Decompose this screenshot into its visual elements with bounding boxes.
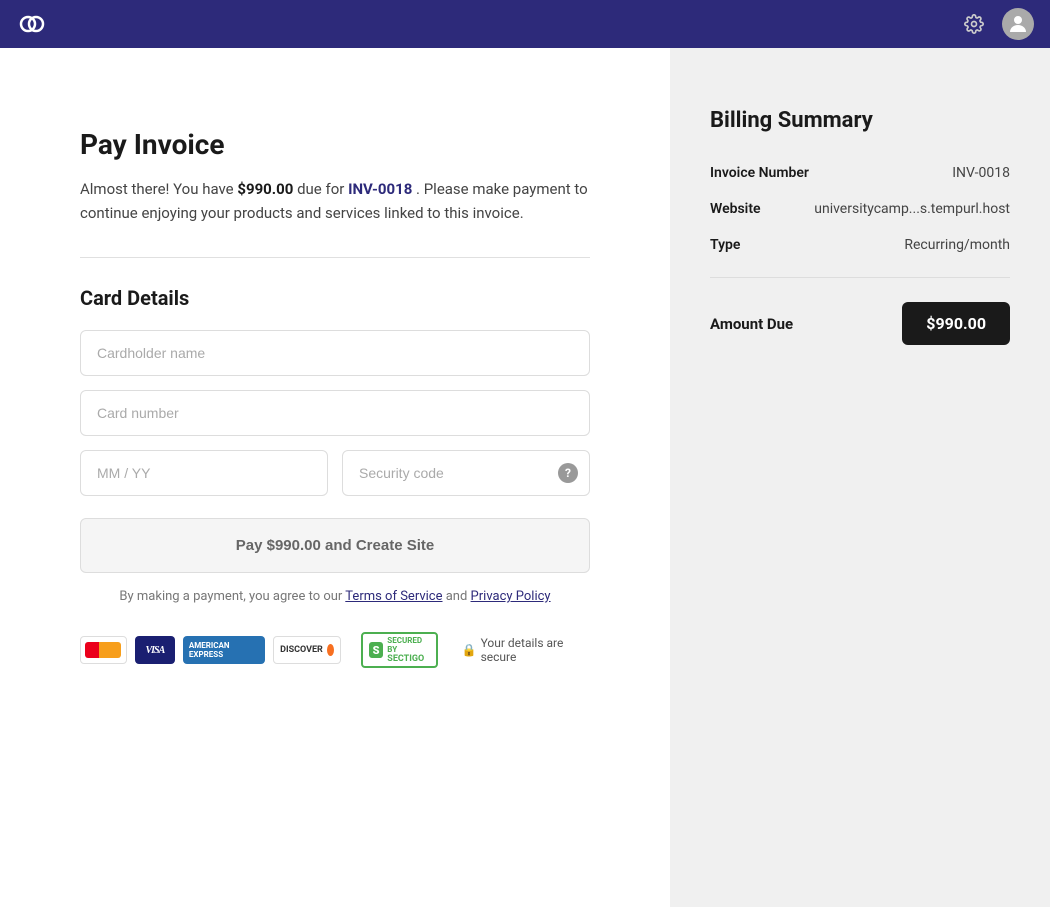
security-help-icon[interactable]: ? [558,463,578,483]
amount-due-row: Amount Due $990.00 [710,302,1010,345]
secure-label: 🔒 Your details are secure [462,636,590,664]
security-wrapper: ? [342,450,590,496]
invoice-number-label: Invoice Number [710,165,809,181]
lock-icon: 🔒 [462,643,477,657]
visa-text: VISA [146,645,165,656]
mc-circles [85,642,121,658]
secure-text-label: Your details are secure [481,636,590,664]
expiry-security-row: ? [80,450,590,496]
terms-prefix: By making a payment, you agree to our [119,589,345,604]
description-prefix: Almost there! You have [80,180,237,198]
amount-due-badge: $990.00 [902,302,1010,345]
amount-highlight: $990.00 [237,180,293,198]
security-code-input[interactable] [342,450,590,496]
invoice-id-highlight: INV-0018 [348,180,412,198]
cardholder-name-input[interactable] [80,330,590,376]
page-title: Pay Invoice [80,128,590,161]
sectigo-s-icon: S [369,642,384,658]
privacy-policy-link[interactable]: Privacy Policy [471,589,551,604]
expiry-input[interactable] [80,450,328,496]
discover-text: DISCOVER [280,645,323,655]
invoice-description: Almost there! You have $990.00 due for I… [80,177,590,225]
amount-due-label: Amount Due [710,315,793,333]
card-details-title: Card Details [80,286,590,310]
left-panel: Pay Invoice Almost there! You have $990.… [0,48,670,907]
type-label: Type [710,237,740,253]
website-value: universitycamp...s.tempurl.host [814,201,1010,217]
discover-dot [327,644,334,656]
main-layout: Pay Invoice Almost there! You have $990.… [0,0,1050,907]
amex-text: AMERICAN EXPRESS [189,641,259,659]
terms-text: By making a payment, you agree to our Te… [80,589,590,604]
type-value: Recurring/month [904,237,1010,253]
navbar-right [958,8,1034,40]
navbar [0,0,1050,48]
type-row: Type Recurring/month [710,237,1010,253]
visa-icon: VISA [135,636,175,664]
invoice-number-value: INV-0018 [952,165,1010,181]
terms-of-service-link[interactable]: Terms of Service [345,589,442,604]
sectigo-text: SECURED BY SECTIGO [387,636,429,664]
mastercard-icon [80,636,127,664]
payment-icons-row: VISA AMERICAN EXPRESS DISCOVER S SECURED… [80,632,590,668]
user-avatar[interactable] [1002,8,1034,40]
billing-title: Billing Summary [710,108,1010,133]
discover-icon: DISCOVER [273,636,341,664]
card-number-input[interactable] [80,390,590,436]
card-number-field-group [80,390,590,436]
billing-divider [710,277,1010,278]
billing-panel: Billing Summary Invoice Number INV-0018 … [670,48,1050,907]
settings-button[interactable] [958,8,990,40]
pay-button[interactable]: Pay $990.00 and Create Site [80,518,590,573]
security-field-group: ? [342,450,590,496]
sectigo-badge: S SECURED BY SECTIGO [361,632,438,668]
amex-icon: AMERICAN EXPRESS [183,636,265,664]
expiry-field-group [80,450,328,496]
mc-right [99,642,121,658]
description-middle: due for [293,180,348,198]
website-row: Website universitycamp...s.tempurl.host [710,201,1010,217]
app-logo [16,8,48,40]
invoice-number-row: Invoice Number INV-0018 [710,165,1010,181]
website-label: Website [710,201,761,217]
section-divider [80,257,590,258]
cardholder-field-group [80,330,590,376]
terms-middle: and [443,589,471,604]
